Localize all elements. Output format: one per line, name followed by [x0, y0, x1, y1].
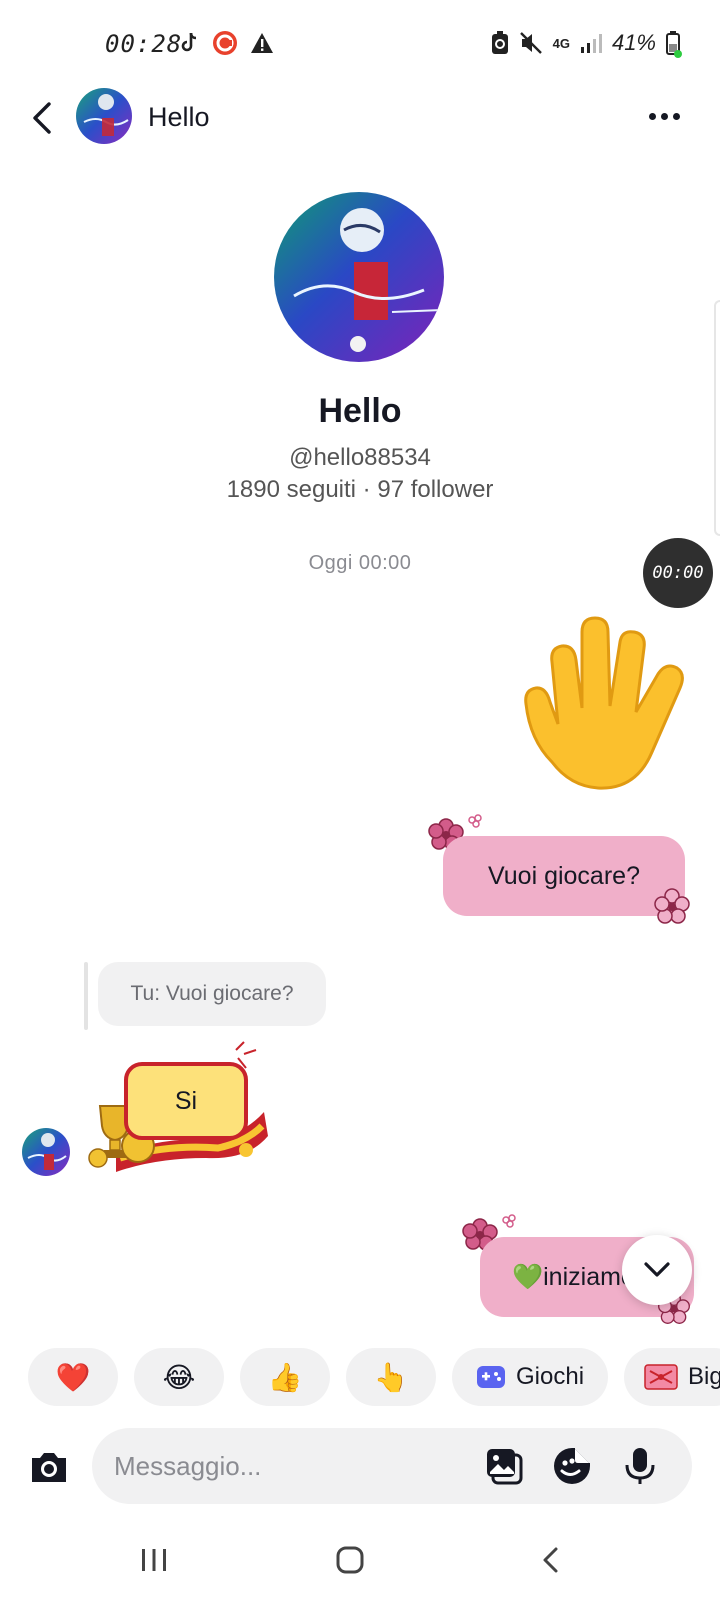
quick-reply-heart[interactable]: ❤️ — [28, 1348, 118, 1406]
warning-icon — [251, 33, 273, 53]
thumbs-up-emoji: 👍 — [267, 1361, 303, 1393]
mute-icon — [519, 32, 542, 54]
header-avatar[interactable] — [76, 88, 132, 144]
waving-hand-icon — [524, 616, 684, 790]
more-dot — [672, 112, 680, 120]
network-type: 4G — [552, 35, 570, 51]
message-composer — [0, 1428, 720, 1504]
more-options-button[interactable] — [644, 104, 684, 128]
chat-header: Hello — [0, 88, 720, 148]
status-system-icons: 4G 41% — [491, 30, 680, 56]
chevron-down-icon — [644, 1262, 670, 1277]
status-time: 00:28 — [105, 30, 183, 58]
back-button[interactable] — [22, 96, 62, 140]
quick-reply-games[interactable]: Giochi — [452, 1348, 609, 1406]
header-contact-name[interactable]: Hello — [148, 102, 210, 133]
home-icon — [336, 1546, 364, 1574]
date-separator: Oggi 00:00 — [308, 552, 412, 574]
chevron-left-icon — [33, 102, 51, 134]
system-back-button[interactable] — [530, 1540, 570, 1580]
recent-apps-button[interactable] — [134, 1540, 174, 1580]
battery-saver-icon — [491, 31, 508, 54]
quick-reply-thumbs-up[interactable]: 👍 — [240, 1348, 330, 1406]
reply-quote-bar — [84, 962, 88, 1030]
sender-avatar[interactable] — [22, 1128, 70, 1176]
tiktok-icon — [181, 32, 197, 52]
message-input[interactable] — [114, 1446, 474, 1486]
reply-sticker[interactable]: Si — [86, 1040, 278, 1176]
gamepad-icon — [477, 1366, 505, 1388]
flower-decoration-icon — [654, 888, 690, 924]
profile-stats: 1890 seguiti · 97 follower — [226, 476, 494, 503]
quick-reply-big[interactable]: Big — [624, 1348, 720, 1406]
message-bubble-sent[interactable]: Vuoi giocare? — [443, 836, 685, 916]
sticker-button[interactable] — [552, 1446, 592, 1486]
microphone-icon — [625, 1448, 655, 1484]
app-notification-icon — [213, 31, 237, 55]
mic-indicator-dot — [674, 50, 682, 58]
gift-icon — [644, 1364, 678, 1390]
heart-emoji: ❤️ — [55, 1361, 91, 1393]
games-label: Giochi — [516, 1363, 585, 1390]
gallery-icon — [487, 1449, 523, 1485]
more-dot — [660, 112, 668, 120]
recent-apps-icon — [142, 1549, 166, 1571]
system-nav-bar — [0, 1520, 720, 1600]
big-label: Big — [688, 1363, 720, 1390]
reply-preview[interactable]: Tu: Vuoi giocare? — [98, 962, 326, 1026]
more-dot — [648, 112, 656, 120]
back-arrow-icon — [543, 1547, 558, 1573]
camera-button[interactable] — [28, 1446, 70, 1488]
avatar-image — [76, 88, 132, 144]
sticker-text-box: Si — [124, 1062, 248, 1140]
gallery-button[interactable] — [484, 1446, 524, 1486]
sticker-icon — [554, 1448, 590, 1484]
timestamp-bubble: 00:00 — [643, 538, 713, 608]
camera-icon — [32, 1453, 66, 1482]
scroll-to-bottom-button[interactable] — [622, 1235, 692, 1305]
pointing-up-emoji: 👆 — [373, 1361, 409, 1393]
quick-reply-point-up[interactable]: 👆 — [346, 1348, 436, 1406]
profile-handle: @hello88534 — [289, 444, 431, 471]
status-bar: 00:28 4G 41% — [0, 0, 720, 88]
profile-name: Hello — [318, 392, 402, 430]
laughing-emoji: 😂 — [162, 1361, 196, 1393]
avatar-image — [22, 1128, 70, 1176]
profile-avatar[interactable] — [274, 192, 444, 362]
waving-hand-sticker[interactable] — [512, 612, 692, 798]
quick-reply-bar: ❤️ 😂 👍 👆 Giochi Big — [28, 1348, 720, 1406]
message-input-wrapper — [92, 1428, 692, 1504]
battery-percent: 41% — [611, 30, 656, 55]
home-button[interactable] — [330, 1540, 370, 1580]
voice-message-button[interactable] — [620, 1446, 660, 1486]
side-panel-handle[interactable] — [714, 300, 720, 536]
signal-icon — [580, 34, 602, 53]
profile-avatar-image — [274, 192, 444, 362]
quick-reply-laugh[interactable]: 😂 — [134, 1348, 224, 1406]
status-notification-icons — [180, 30, 274, 56]
